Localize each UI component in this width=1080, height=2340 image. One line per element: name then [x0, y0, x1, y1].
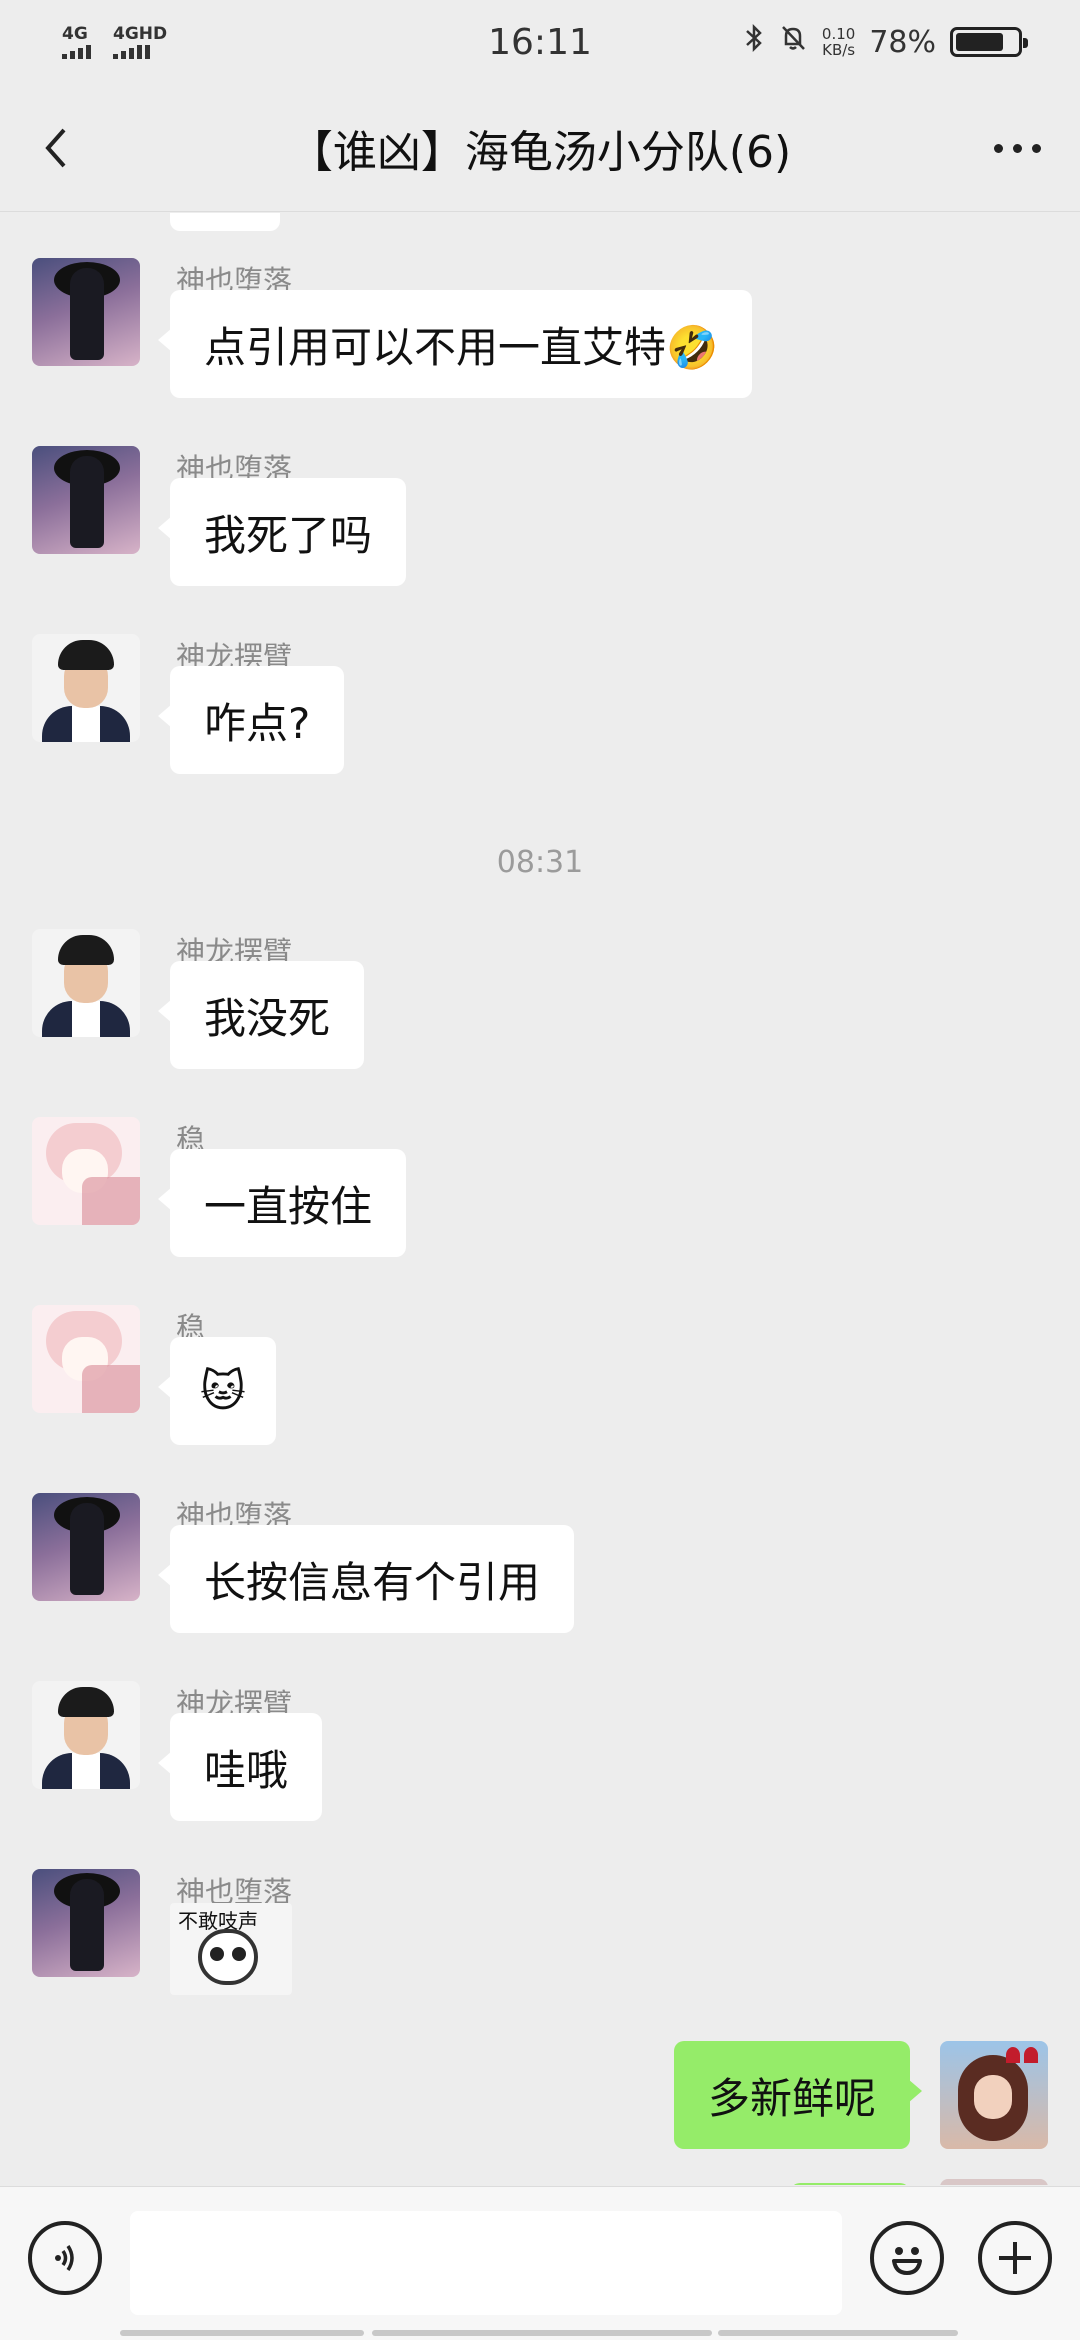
signal-4ghd-icon: 4GHD [113, 25, 167, 59]
partial-avatar [940, 2179, 1048, 2185]
back-button[interactable] [30, 118, 90, 178]
chat-message-list[interactable]: 神也堕落 点引用可以不用一直艾特🤣 神也堕落 我死了吗 神龙摆臂 咋点? 08:… [0, 213, 1080, 2185]
message-bubble[interactable]: 长按信息有个引用 [157, 1525, 575, 1633]
avatar[interactable] [32, 446, 140, 554]
gesture-bar[interactable] [718, 2330, 958, 2336]
gesture-bar[interactable] [372, 2330, 712, 2336]
status-right: 0.10 KB/s 78% [744, 23, 1028, 61]
net-speed-unit: KB/s [822, 41, 856, 59]
more-options-button[interactable] [982, 118, 1052, 178]
sticker-image[interactable]: 不敢吱声 [170, 1903, 292, 1995]
battery-icon [950, 27, 1028, 57]
avatar[interactable] [940, 2041, 1048, 2149]
smiley-icon [892, 2247, 922, 2275]
message-bubble[interactable]: 哇哦 [157, 1713, 323, 1821]
avatar[interactable] [32, 1305, 140, 1413]
signal-1-label: 4G [62, 24, 88, 44]
voice-icon [55, 2245, 74, 2271]
bluetooth-icon [744, 23, 764, 61]
more-dot-icon [993, 143, 1003, 153]
message-text-input[interactable] [130, 2211, 842, 2315]
avatar[interactable] [32, 1869, 140, 1977]
signal-4g-icon: 4G [62, 25, 91, 59]
more-actions-button[interactable] [978, 2221, 1052, 2295]
partial-message-bubble [170, 213, 280, 231]
avatar[interactable] [32, 1493, 140, 1601]
network-speed: 0.10 KB/s [822, 26, 855, 58]
chat-header: 【谁凶】海龟汤小分队(6) [0, 84, 1080, 212]
avatar[interactable] [32, 1681, 140, 1789]
message-bubble[interactable]: 🐱 [158, 1337, 276, 1445]
message-input-bar [0, 2186, 1080, 2340]
panda-face-icon [198, 1929, 258, 1985]
status-bar: 4G 4GHD 16:11 0.10 KB/s 78% [0, 0, 1080, 84]
message-timestamp: 08:31 [496, 845, 584, 880]
voice-input-button[interactable] [28, 2221, 102, 2295]
message-bubble[interactable]: 我死了吗 [157, 478, 407, 586]
emoji-button[interactable] [870, 2221, 944, 2295]
battery-percent: 78% [869, 24, 936, 60]
chat-title: 【谁凶】海龟汤小分队(6) [288, 126, 792, 178]
partial-message-bubble [790, 2183, 910, 2185]
signal-2-label: 4GHD [113, 24, 168, 44]
signal-indicators: 4G 4GHD [62, 25, 167, 59]
net-speed-value: 0.10 [821, 25, 856, 43]
avatar[interactable] [32, 929, 140, 1037]
avatar[interactable] [32, 258, 140, 366]
message-bubble[interactable]: 点引用可以不用一直艾特🤣 [157, 290, 753, 398]
message-bubble[interactable]: 一直按住 [157, 1149, 407, 1257]
avatar[interactable] [32, 634, 140, 742]
gesture-bar[interactable] [120, 2330, 364, 2336]
message-bubble[interactable]: 多新鲜呢 [673, 2041, 923, 2149]
plus-icon [999, 2242, 1031, 2274]
more-dot-icon [1012, 143, 1022, 153]
bell-muted-icon [778, 23, 808, 61]
message-bubble[interactable]: 我没死 [157, 961, 365, 1069]
chevron-left-icon [45, 128, 66, 168]
more-dot-icon [1031, 143, 1041, 153]
message-bubble[interactable]: 咋点? [157, 666, 345, 774]
avatar[interactable] [32, 1117, 140, 1225]
